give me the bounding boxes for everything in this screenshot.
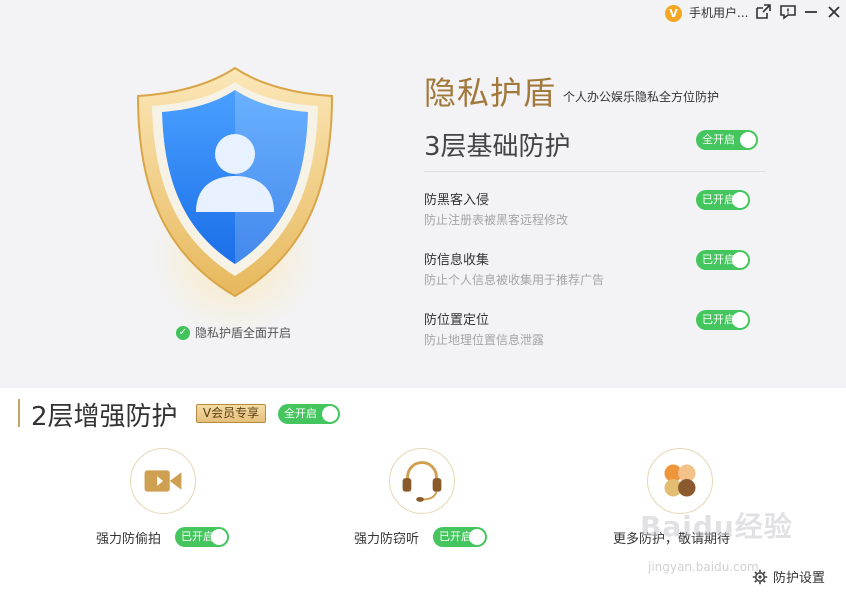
toggle-knob (211, 529, 227, 545)
vip-icon[interactable]: V (665, 5, 682, 22)
anti-spy-camera-toggle-label: 已开启 (181, 530, 214, 543)
anti-hacker-toggle[interactable]: 已开启 (696, 190, 750, 210)
anti-collection-toggle-label: 已开启 (702, 253, 735, 266)
anti-location-toggle[interactable]: 已开启 (696, 310, 750, 330)
minimize-icon[interactable] (801, 2, 821, 22)
anti-spy-camera-toggle[interactable]: 已开启 (175, 527, 229, 547)
title-bar: V 手机用户... (0, 0, 846, 26)
anti-hacker-title: 防黑客入侵 (424, 193, 490, 208)
protection-settings-button[interactable]: 防护设置 (752, 567, 825, 586)
privacy-shield-icon (136, 66, 334, 298)
toggle-knob (732, 192, 748, 208)
anti-hacker-toggle-label: 已开启 (702, 193, 735, 206)
anti-collection-desc: 防止个人信息被收集用于推荐广告 (424, 273, 605, 287)
anti-location-title: 防位置定位 (424, 313, 490, 328)
basic-protection-panel: ✓ 隐私护盾全面开启 隐私护盾 个人办公娱乐隐私全方位防护 3层基础防护 全开启… (0, 26, 846, 388)
anti-spy-camera-label: 强力防偷拍 (96, 532, 162, 547)
toggle-knob (469, 529, 485, 545)
page-title: 隐私护盾 (424, 74, 557, 112)
page-subtitle: 个人办公娱乐隐私全方位防护 (563, 90, 720, 104)
anti-eavesdrop-toggle-label: 已开启 (439, 530, 472, 543)
camera-icon (144, 470, 182, 492)
anti-collection-title: 防信息收集 (424, 253, 490, 268)
anti-location-toggle-label: 已开启 (702, 313, 735, 326)
basic-protection-title: 3层基础防护 (424, 132, 571, 162)
anti-collection-toggle[interactable]: 已开启 (696, 250, 750, 270)
toggle-knob (732, 312, 748, 328)
watermark-url: jingyan.baidu.com (648, 560, 759, 574)
toggle-knob (322, 406, 338, 422)
watermark: Baidu经验 (640, 510, 793, 543)
anti-spy-camera-tile[interactable] (130, 448, 196, 514)
check-icon: ✓ (176, 325, 190, 340)
toggle-knob (740, 132, 756, 148)
shield-status-text: 隐私护盾全面开启 (195, 326, 292, 340)
more-icon (664, 464, 696, 497)
enhanced-protection-title: 2层增强防护 (31, 402, 178, 432)
anti-hacker-desc: 防止注册表被黑客远程修改 (424, 213, 569, 227)
protection-settings-label: 防护设置 (773, 571, 826, 586)
divider (424, 171, 766, 172)
vip-exclusive-badge: V会员专享 (196, 404, 266, 423)
anti-eavesdrop-label: 强力防窃听 (354, 532, 420, 547)
share-icon[interactable] (753, 2, 773, 22)
enhanced-all-toggle-label: 全开启 (284, 407, 317, 420)
anti-location-desc: 防止地理位置信息泄露 (424, 333, 545, 347)
enhanced-all-toggle[interactable]: 全开启 (278, 404, 340, 424)
anti-eavesdrop-toggle[interactable]: 已开启 (433, 527, 487, 547)
anti-eavesdrop-tile[interactable] (389, 448, 455, 514)
user-name-link[interactable]: 手机用户... (689, 4, 748, 21)
basic-all-toggle[interactable]: 全开启 (696, 130, 758, 150)
headset-icon (402, 461, 442, 502)
toggle-knob (732, 252, 748, 268)
gear-icon (752, 569, 768, 584)
close-icon[interactable] (824, 2, 844, 22)
section-accent-bar (18, 399, 20, 427)
shield-status: ✓ 隐私护盾全面开启 (176, 324, 291, 341)
feedback-icon[interactable] (778, 2, 798, 22)
basic-all-toggle-label: 全开启 (702, 133, 735, 146)
